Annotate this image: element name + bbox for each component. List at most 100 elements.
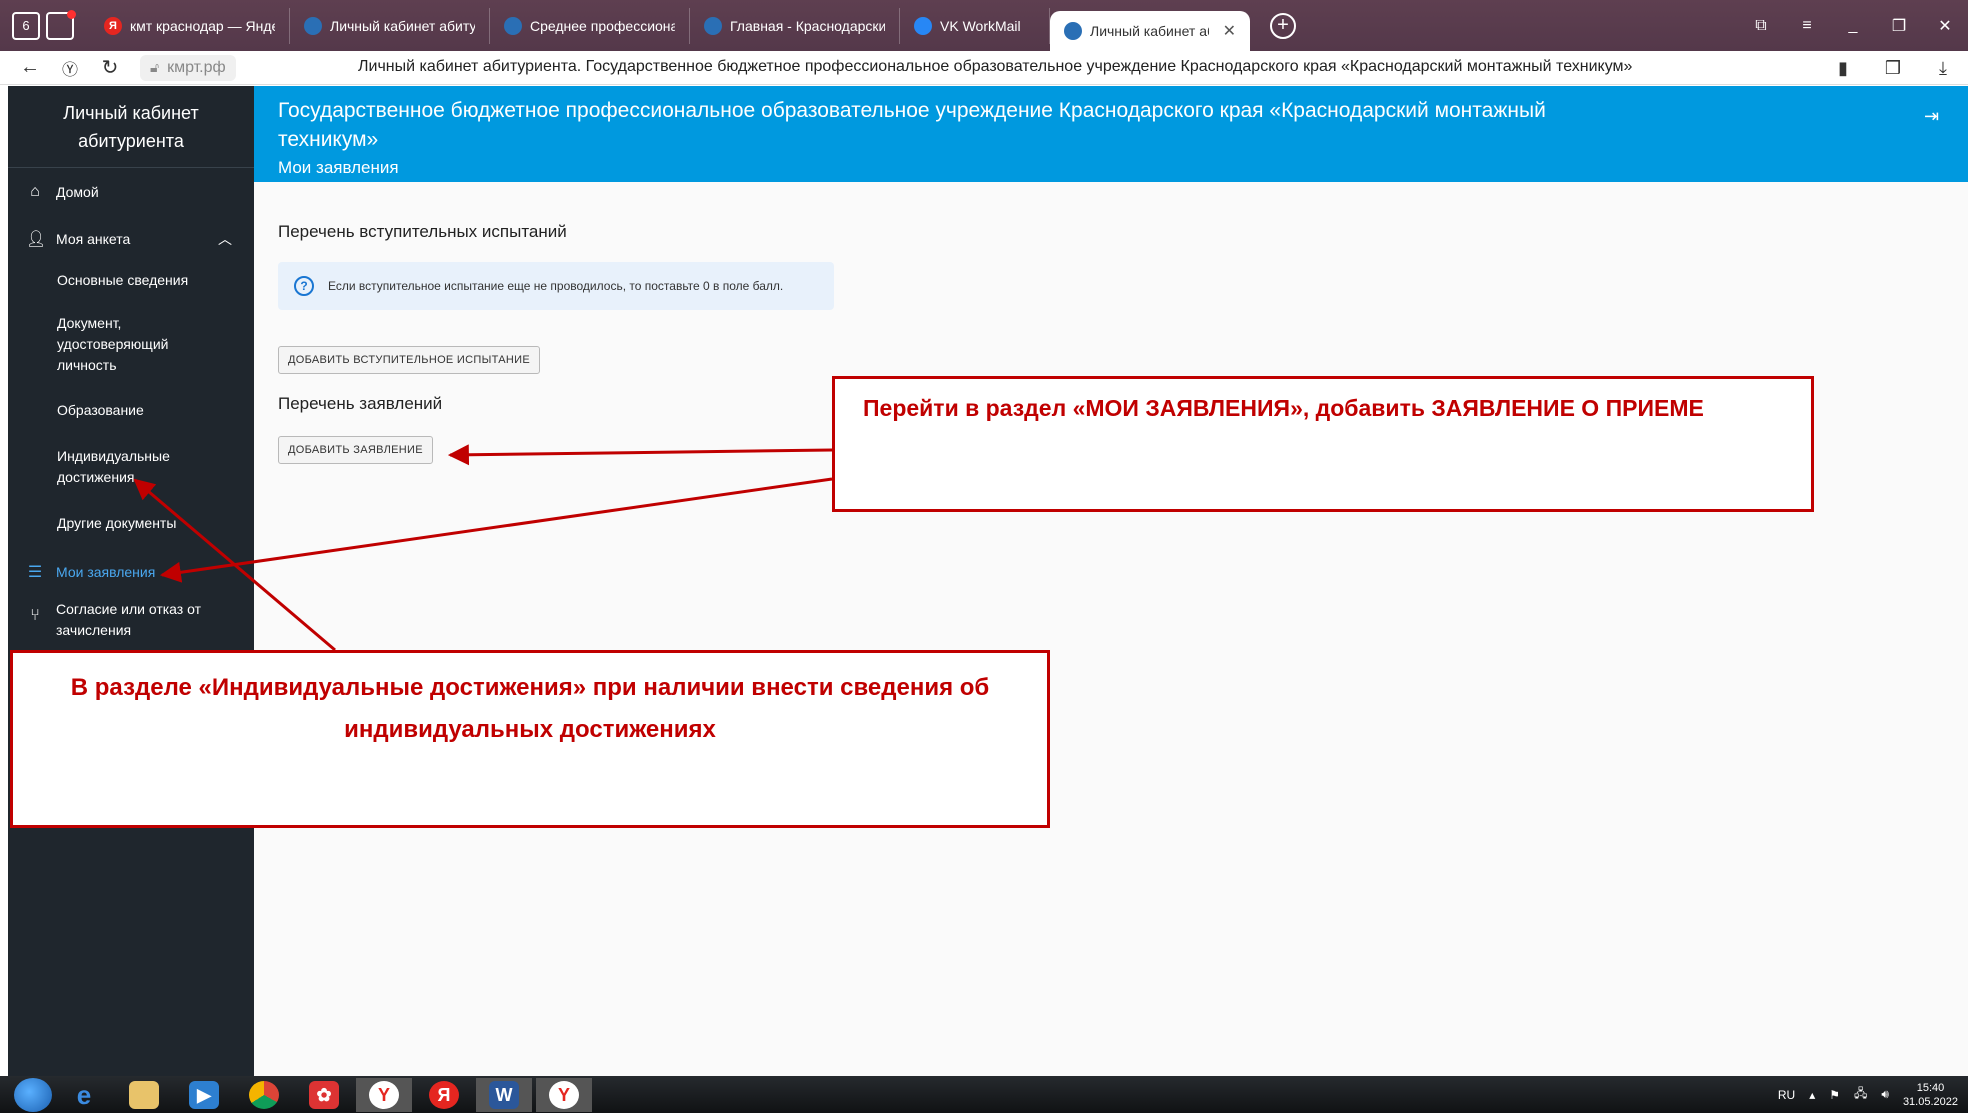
add-application-button[interactable]: ДОБАВИТЬ ЗАЯВЛЕНИЕ [278, 436, 433, 464]
bookmark-icon[interactable]: ▮ [1818, 58, 1868, 79]
browser-tab[interactable]: VK WorkMail [900, 7, 1050, 44]
add-exam-button[interactable]: ДОБАВИТЬ ВСТУПИТЕЛЬНОЕ ИСПЫТАНИЕ [278, 346, 540, 374]
taskbar-yandex-icon[interactable]: Я [416, 1078, 472, 1112]
download-icon[interactable]: ⤓ [1918, 58, 1968, 79]
sidebar-item-my-applications[interactable]: ☰ Мои заявления [8, 548, 254, 595]
address-bar-actions: ▮ ❒ ⤓ [1818, 51, 1968, 85]
close-window-button[interactable]: ✕ [1922, 16, 1968, 36]
browser-tab[interactable]: Личный кабинет абитури [290, 7, 490, 44]
annotation-text: Перейти в раздел «МОИ ЗАЯВЛЕНИЯ», добави… [863, 395, 1704, 421]
browser-tab[interactable]: Среднее профессиональ [490, 7, 690, 44]
window-controls: ⧉ ≡ _ ❐ ✕ [1738, 0, 1968, 51]
clock[interactable]: 15:40 31.05.2022 [1903, 1081, 1958, 1109]
tab-label: кмт краснодар — Яндекс [130, 17, 275, 34]
url-domain[interactable]: 🔓︎ кмрт.рф [140, 54, 236, 81]
windows-taskbar: e ▶ ✿ Y Я W Y RU ▴ ⚑ 🖧︎ 🔊︎ 15:40 31.05.2… [0, 1076, 1968, 1113]
tray-expand-icon[interactable]: ▴ [1809, 1088, 1815, 1102]
browser-tab[interactable]: Личный кабинет абиту ✕ [1050, 11, 1250, 51]
tab-label: Главная - Краснодарский [730, 17, 885, 34]
tabs-overview-icon[interactable]: ⧉ [1738, 17, 1784, 35]
taskbar-chrome-icon[interactable] [236, 1078, 292, 1112]
sidebar-title: Личный кабинет абитуриента [8, 86, 254, 168]
tab-label: Личный кабинет абиту [1090, 23, 1209, 39]
favicon-icon [914, 16, 932, 35]
sidebar-subitem-other-docs[interactable]: Другие документы [8, 513, 254, 534]
sidebar-item-label: Домой [56, 183, 99, 200]
language-indicator[interactable]: RU [1778, 1088, 1795, 1102]
sidebar-item-home[interactable]: ⌂ Домой [8, 168, 254, 215]
reload-button[interactable]: ↻ [90, 55, 130, 80]
logout-icon[interactable]: ⇥ [1924, 106, 1944, 126]
clock-date: 31.05.2022 [1902, 1095, 1958, 1108]
yandex-home-icon[interactable]: Ⓨ [50, 56, 90, 80]
browser-tab-bar: 6 Якмт краснодар — Яндекс Личный кабинет … [0, 0, 1968, 51]
applications-section-title: Перечень заявлений [278, 394, 443, 413]
lock-open-icon: 🔓︎ [150, 59, 160, 75]
reader-mode-icon[interactable]: ❒ [1868, 58, 1918, 79]
clock-time: 15:40 [1916, 1081, 1945, 1094]
annotation-callout-achievements: В разделе «Индивидуальные достижения» пр… [10, 650, 1050, 828]
institution-title: Государственное бюджетное профессиональн… [278, 99, 1546, 151]
taskbar-explorer-icon[interactable] [116, 1078, 172, 1112]
help-icon: ? [294, 276, 314, 296]
close-tab-icon[interactable]: ✕ [1223, 21, 1236, 41]
start-button[interactable] [14, 1077, 52, 1112]
favicon-icon [304, 16, 322, 35]
person-icon: 👤︎ [26, 230, 47, 248]
favicon-icon [1064, 22, 1082, 40]
sidebar-subitem-achievements[interactable]: Индивидуальные достижения [8, 446, 170, 488]
info-alert: ? Если вступительное испытание еще не пр… [278, 262, 834, 310]
page-subtitle: Мои заявления [278, 158, 399, 177]
favicon-icon [504, 16, 522, 35]
taskbar-word-icon[interactable]: W [476, 1077, 532, 1112]
back-button[interactable]: ← [10, 56, 50, 79]
network-icon[interactable]: 🖧︎ [1854, 1084, 1867, 1105]
sidebar-item-label: Мои заявления [56, 563, 156, 580]
new-tab-button[interactable]: + [1270, 12, 1296, 39]
system-tray: RU ▴ ⚑ 🖧︎ 🔊︎ 15:40 31.05.2022 [1778, 1076, 1958, 1113]
taskbar-app-icon[interactable]: ✿ [296, 1078, 352, 1112]
exams-section-title: Перечень вступительных испытаний [278, 222, 567, 241]
sidebar-item-label: Согласие или отказ от зачисления [56, 601, 201, 638]
chevron-up-icon[interactable]: ︿ [218, 229, 232, 249]
minimize-button[interactable]: _ [1830, 17, 1876, 35]
tab-label: VK WorkMail [940, 17, 1021, 34]
annotation-callout-applications: Перейти в раздел «МОИ ЗАЯВЛЕНИЯ», добави… [832, 376, 1814, 512]
volume-icon[interactable]: 🔊︎ [1881, 1087, 1889, 1102]
notification-dot [67, 9, 76, 19]
favicon-icon [704, 16, 722, 35]
tab-list: Якмт краснодар — Яндекс Личный кабинет аб… [90, 0, 1250, 51]
sidebar-subitem-id-document[interactable]: Документ, удостоверяющий личность [8, 313, 178, 376]
taskbar-media-icon[interactable]: ▶ [176, 1078, 232, 1112]
page-header: Государственное бюджетное профессиональн… [254, 86, 1968, 182]
sidebar-subitem-education[interactable]: Образование [8, 400, 254, 421]
page-title-in-address[interactable]: Личный кабинет абитуриента. Государствен… [358, 58, 1632, 76]
taskbar-ie-icon[interactable]: e [56, 1078, 112, 1112]
sidebar-item-profile[interactable]: 👤︎ Моя анкета ︿ [8, 215, 254, 262]
browser-tab[interactable]: Якмт краснодар — Яндекс [90, 7, 290, 44]
sidebar-subitem-basic-info[interactable]: Основные сведения [8, 270, 254, 291]
taskbar-yandex-browser-icon[interactable]: Y [356, 1077, 412, 1112]
list-document-icon: ☰ [27, 563, 43, 581]
annotation-text: В разделе «Индивидуальные достижения» пр… [70, 674, 990, 743]
main-content: Перечень вступительных испытаний ? Если … [254, 182, 1968, 1076]
restore-button[interactable]: ❐ [1876, 16, 1922, 36]
favicon-icon: Я [104, 16, 122, 35]
tab-label: Личный кабинет абитури [330, 17, 475, 34]
new-window-icon[interactable] [46, 9, 76, 40]
sidebar-item-label: Моя анкета [56, 230, 131, 247]
info-text: Если вступительное испытание еще не пров… [328, 279, 784, 293]
menu-icon[interactable]: ≡ [1784, 17, 1830, 35]
sidebar-item-consent[interactable]: ⑂ Согласие или отказ от зачисления [8, 595, 254, 641]
tab-bar-tools: 6 [0, 9, 90, 40]
fork-icon: ⑂ [30, 607, 40, 624]
browser-tab[interactable]: Главная - Краснодарский [690, 7, 900, 44]
taskbar-yandex-browser-icon-2[interactable]: Y [536, 1077, 592, 1112]
domain-text: кмрт.рф [167, 58, 226, 76]
sidebar: Личный кабинет абитуриента ⌂ Домой 👤︎ Мо… [8, 86, 254, 1076]
home-icon: ⌂ [30, 182, 40, 200]
tab-count-icon[interactable]: 6 [12, 11, 40, 40]
tab-label: Среднее профессиональ [530, 17, 675, 34]
address-bar: ← Ⓨ ↻ 🔓︎ кмрт.рф Личный кабинет абитурие… [0, 51, 1968, 85]
flag-icon[interactable]: ⚑ [1829, 1088, 1840, 1102]
